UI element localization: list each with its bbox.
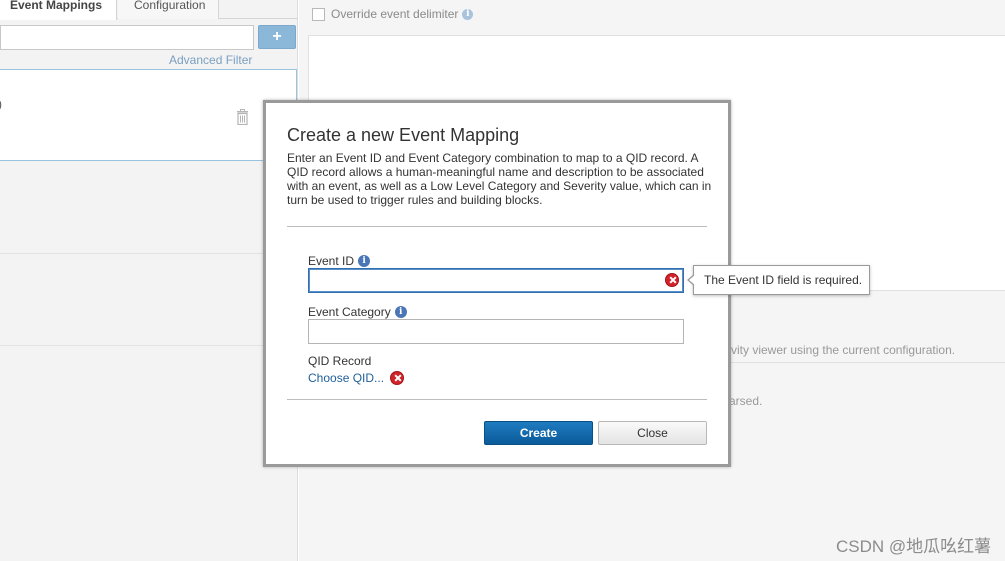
tab-event-mappings[interactable]: Event Mappings bbox=[0, 0, 117, 20]
qid-record-label: QID Record bbox=[308, 354, 372, 368]
info-icon[interactable]: i bbox=[462, 8, 474, 20]
dialog-title: Create a new Event Mapping bbox=[287, 125, 520, 145]
list-item-text-fragment: ) bbox=[0, 97, 2, 111]
background-text: arsed. bbox=[729, 394, 763, 408]
background-text: ctivity viewer using the current configu… bbox=[719, 343, 956, 357]
filter-input[interactable] bbox=[0, 25, 254, 50]
event-id-input[interactable] bbox=[308, 268, 684, 293]
event-id-label: Event ID bbox=[308, 254, 355, 268]
list-item[interactable]: ) bbox=[0, 69, 297, 161]
add-mapping-button[interactable]: + bbox=[258, 25, 296, 49]
info-icon[interactable]: i bbox=[394, 306, 407, 318]
divider bbox=[287, 226, 707, 227]
error-icon bbox=[390, 371, 404, 385]
info-icon[interactable]: i bbox=[358, 255, 371, 267]
left-panel: Event Mappings Configuration + Advanced … bbox=[0, 0, 298, 561]
event-id-label-row: Event ID i bbox=[308, 254, 371, 268]
divider bbox=[287, 399, 707, 400]
override-delimiter-option[interactable]: Override event delimiter i bbox=[312, 6, 474, 22]
create-button[interactable]: Create bbox=[484, 421, 593, 445]
close-button[interactable]: Close bbox=[598, 421, 707, 445]
override-delimiter-checkbox[interactable] bbox=[312, 7, 325, 21]
override-delimiter-label: Override event delimiter bbox=[331, 7, 459, 21]
error-tooltip: The Event ID field is required. bbox=[687, 265, 870, 295]
watermark: CSDN @地瓜吆红薯 bbox=[836, 537, 992, 556]
trash-icon[interactable] bbox=[236, 109, 249, 125]
error-icon bbox=[665, 273, 679, 287]
event-category-label: Event Category bbox=[308, 305, 391, 319]
event-category-label-row: Event Category i bbox=[308, 305, 407, 319]
divider bbox=[707, 362, 1005, 363]
tab-configuration[interactable]: Configuration bbox=[118, 0, 219, 19]
dialog-description: Enter an Event ID and Event Category com… bbox=[287, 151, 712, 207]
list-divider bbox=[0, 345, 297, 346]
choose-qid-link[interactable]: Choose QID... bbox=[308, 371, 384, 385]
event-category-input[interactable] bbox=[308, 319, 684, 344]
list-divider bbox=[0, 253, 297, 254]
create-event-mapping-dialog: Create a new Event Mapping Enter an Even… bbox=[263, 100, 731, 467]
tab-bar: Event Mappings Configuration bbox=[0, 0, 298, 20]
advanced-filter-link[interactable]: Advanced Filter bbox=[169, 53, 252, 67]
